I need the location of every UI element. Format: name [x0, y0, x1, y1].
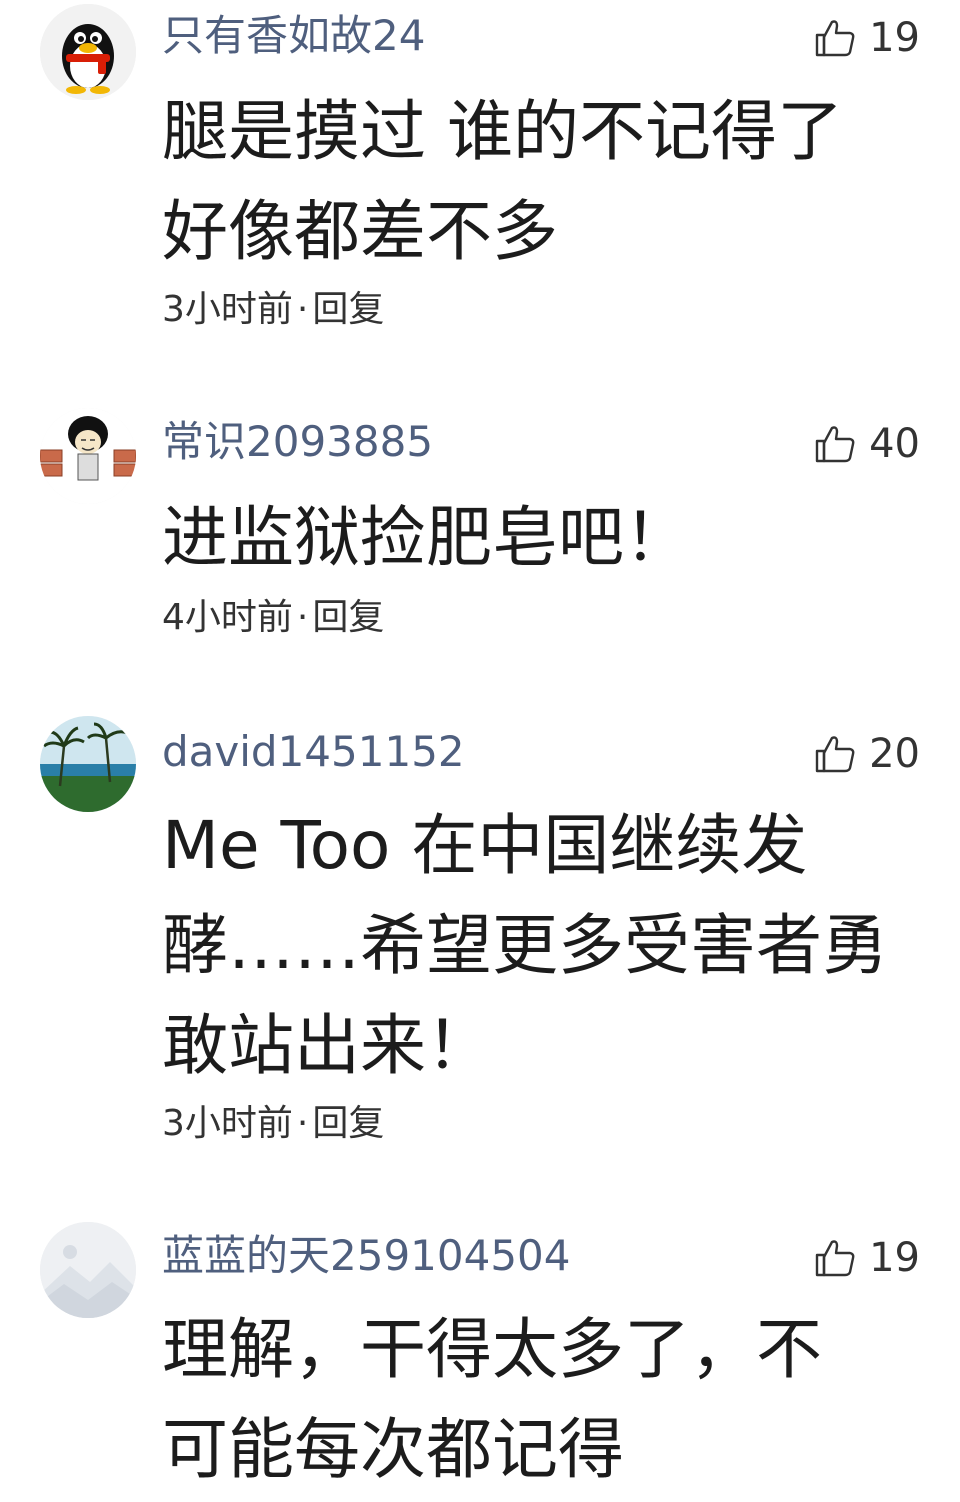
like-count: 19: [869, 15, 920, 61]
comment-meta: 3小时前 · 回复: [162, 1102, 384, 1146]
comment-time: 3小时前: [162, 289, 293, 330]
username[interactable]: 只有香如故24: [162, 12, 425, 60]
username[interactable]: david1451152: [162, 728, 465, 776]
thumbs-up-icon: [815, 1240, 855, 1277]
avatar[interactable]: [40, 408, 136, 504]
like-button[interactable]: 40: [813, 420, 920, 468]
avatar[interactable]: [40, 1222, 136, 1318]
thumbs-up-icon: [815, 736, 855, 773]
like-count: 40: [869, 421, 920, 467]
comment-text: Me Too 在中国继续发 酵……希望更多受害者勇 敢站出来！: [162, 807, 888, 1084]
thumbs-up-icon: [815, 426, 855, 463]
like-button[interactable]: 19: [813, 1234, 920, 1282]
like-button[interactable]: 19: [813, 14, 920, 62]
meta-separator: ·: [296, 597, 309, 638]
comment-meta: 3小时前 · 回复: [162, 288, 384, 332]
comment-text: 理解，干得太多了，不 可能每次都记得: [162, 1311, 822, 1488]
username[interactable]: 常识2093885: [162, 418, 433, 466]
meme-cartoon-icon: [40, 408, 136, 504]
reply-link[interactable]: 回复: [312, 1103, 384, 1144]
comment-text: 进监狱捡肥皂吧！: [162, 499, 690, 576]
like-button[interactable]: 20: [813, 730, 920, 778]
comment-time: 4小时前: [162, 597, 293, 638]
username[interactable]: 蓝蓝的天259104504: [162, 1232, 571, 1280]
comment-time: 3小时前: [162, 1103, 293, 1144]
avatar[interactable]: [40, 4, 136, 100]
meta-separator: ·: [296, 289, 309, 330]
like-count: 19: [869, 1235, 920, 1281]
like-count: 20: [869, 731, 920, 777]
avatar[interactable]: [40, 716, 136, 812]
qq-penguin-icon: [40, 4, 136, 100]
default-landscape-icon: [40, 1222, 136, 1318]
palm-tree-landscape-icon: [40, 716, 136, 812]
reply-link[interactable]: 回复: [312, 289, 384, 330]
comment-text: 腿是摸过 谁的不记得了 好像都差不多: [162, 93, 843, 270]
thumbs-up-icon: [815, 20, 855, 57]
reply-link[interactable]: 回复: [312, 597, 384, 638]
comment-meta: 4小时前 · 回复: [162, 596, 384, 640]
meta-separator: ·: [296, 1103, 309, 1144]
